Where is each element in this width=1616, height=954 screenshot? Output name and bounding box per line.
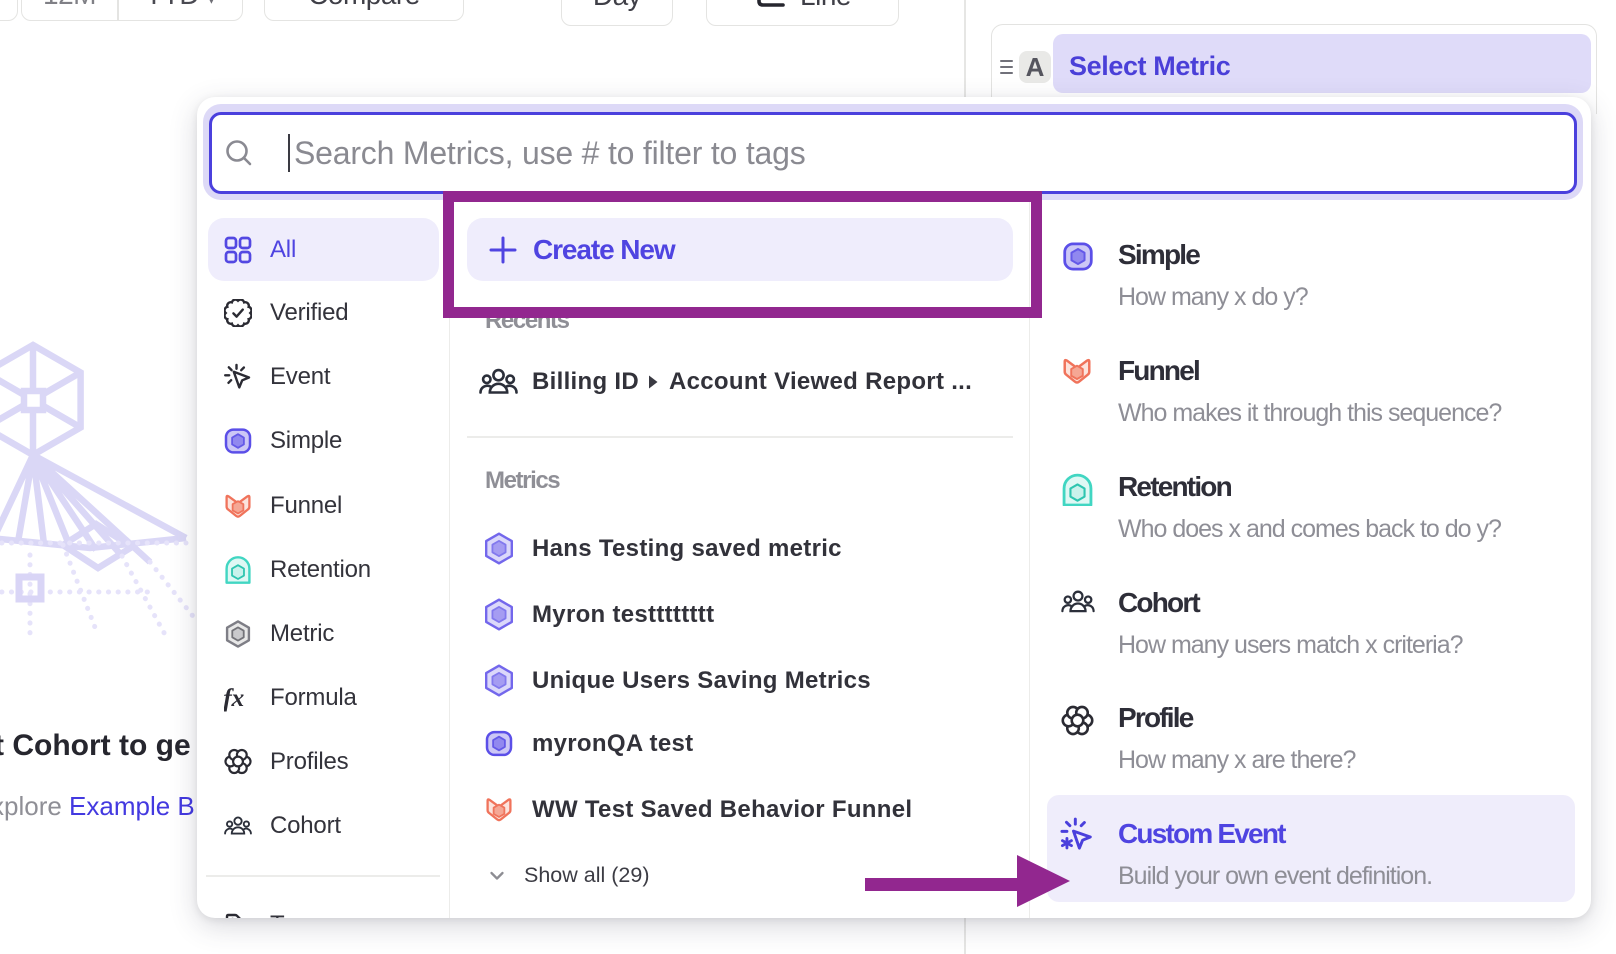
svg-text:fx: fx xyxy=(224,683,245,712)
